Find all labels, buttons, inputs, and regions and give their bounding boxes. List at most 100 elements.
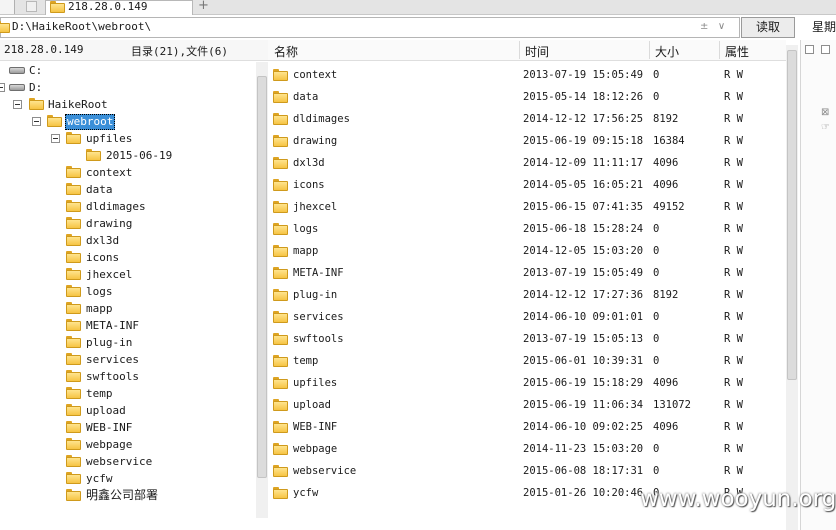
collapse-icon[interactable] (32, 117, 41, 126)
tree-host-label: 218.28.0.149 (4, 43, 84, 56)
folder-icon (273, 201, 288, 213)
tree-item-temp[interactable]: temp (0, 385, 255, 402)
drive-icon (9, 67, 25, 74)
folder-icon (66, 302, 81, 314)
column-header-size[interactable]: 大小 (655, 43, 679, 60)
checkbox-icon[interactable] (805, 45, 814, 54)
tree-count-label: 目录(21),文件(6) (131, 45, 228, 58)
tree-item-webroot[interactable]: webroot (0, 113, 255, 130)
folder-icon (273, 421, 288, 433)
column-separator[interactable] (719, 41, 720, 59)
folder-icon (273, 179, 288, 191)
tree-scrollbar-thumb[interactable] (257, 76, 267, 478)
file-row[interactable]: dldimages 2014-12-12 17:56:25 8192 R W (268, 108, 786, 130)
column-header-name[interactable]: 名称 (274, 43, 298, 60)
collapse-icon[interactable] (13, 100, 22, 109)
file-row[interactable]: webpage 2014-11-23 15:03:20 0 R W (268, 438, 786, 460)
add-tab-button[interactable]: + (198, 0, 209, 13)
column-separator[interactable] (519, 41, 520, 59)
tree-item-mingxin-deploy[interactable]: 明鑫公司部署 (0, 487, 255, 504)
right-panel-tab[interactable]: 星期 (812, 17, 836, 37)
folder-icon (66, 421, 81, 433)
tree-item-mapp[interactable]: mapp (0, 300, 255, 317)
folder-icon (273, 113, 288, 125)
side-panel: ⊠ ☞ (800, 40, 836, 530)
tab-host-label: 218.28.0.149 (68, 0, 148, 13)
folder-icon (273, 245, 288, 257)
folder-icon (66, 268, 81, 280)
path-dropdown-icon[interactable]: ± ∨ (700, 20, 725, 34)
folder-icon (47, 115, 62, 127)
tree-item-web-inf[interactable]: WEB-INF (0, 419, 255, 436)
tree-item-webpage[interactable]: webpage (0, 436, 255, 453)
tree-item-2015-06-19[interactable]: 2015-06-19 (0, 147, 255, 164)
read-button[interactable]: 读取 (741, 17, 795, 38)
collapse-icon[interactable] (51, 134, 60, 143)
file-row[interactable]: META-INF 2013-07-19 15:05:49 0 R W (268, 262, 786, 284)
column-header-attr[interactable]: 属性 (725, 43, 749, 60)
folder-icon (66, 472, 81, 484)
file-row[interactable]: swftools 2013-07-19 15:05:13 0 R W (268, 328, 786, 350)
folder-icon (273, 311, 288, 323)
file-row[interactable]: temp 2015-06-01 10:39:31 0 R W (268, 350, 786, 372)
folder-icon (273, 333, 288, 345)
tree-item-logs[interactable]: logs (0, 283, 255, 300)
column-header-time[interactable]: 时间 (525, 43, 549, 60)
folder-icon (66, 166, 81, 178)
tree-item-c-drive[interactable]: C: (0, 62, 255, 79)
folder-icon (66, 438, 81, 450)
tree-item-drawing[interactable]: drawing (0, 215, 255, 232)
tree-item-services[interactable]: services (0, 351, 255, 368)
file-row[interactable]: logs 2015-06-18 15:28:24 0 R W (268, 218, 786, 240)
file-row[interactable]: mapp 2014-12-05 15:03:20 0 R W (268, 240, 786, 262)
collapse-icon[interactable] (0, 83, 5, 92)
folder-icon (86, 149, 101, 161)
tree-item-icons[interactable]: icons (0, 249, 255, 266)
path-folder-icon (0, 21, 10, 33)
tree-item-swftools[interactable]: swftools (0, 368, 255, 385)
file-row[interactable]: upload 2015-06-19 11:06:34 131072 R W (268, 394, 786, 416)
column-separator[interactable] (649, 41, 650, 59)
tree-item-haikeroot[interactable]: HaikeRoot (0, 96, 255, 113)
folder-icon (66, 251, 81, 263)
file-row[interactable]: data 2015-05-14 18:12:26 0 R W (268, 86, 786, 108)
file-row[interactable]: dxl3d 2014-12-09 11:11:17 4096 R W (268, 152, 786, 174)
file-list-scrollbar-thumb[interactable] (787, 50, 797, 380)
folder-icon (273, 267, 288, 279)
tree-item-upfiles[interactable]: upfiles (0, 130, 255, 147)
file-row[interactable]: plug-in 2014-12-12 17:27:36 8192 R W (268, 284, 786, 306)
file-row[interactable]: jhexcel 2015-06-15 07:41:35 49152 R W (268, 196, 786, 218)
tree-item-upload[interactable]: upload (0, 402, 255, 419)
file-row[interactable]: context 2013-07-19 15:05:49 0 R W (268, 64, 786, 86)
folder-icon (273, 91, 288, 103)
tree-item-data[interactable]: data (0, 181, 255, 198)
hand-icon[interactable]: ☞ (821, 122, 830, 133)
new-window-icon[interactable] (26, 1, 37, 12)
tree-item-plug-in[interactable]: plug-in (0, 334, 255, 351)
tree-item-meta-inf[interactable]: META-INF (0, 317, 255, 334)
tree-item-webservice[interactable]: webservice (0, 453, 255, 470)
file-row[interactable]: upfiles 2015-06-19 15:18:29 4096 R W (268, 372, 786, 394)
folder-icon (273, 355, 288, 367)
folder-icon (29, 98, 44, 110)
tree-item-d-drive[interactable]: D: (0, 79, 255, 96)
folder-icon (273, 443, 288, 455)
file-row[interactable]: services 2014-06-10 09:01:01 0 R W (268, 306, 786, 328)
tree-item-dldimages[interactable]: dldimages (0, 198, 255, 215)
file-row[interactable]: webservice 2015-06-08 18:17:31 0 R W (268, 460, 786, 482)
folder-icon (66, 217, 81, 229)
tree-item-dxl3d[interactable]: dxl3d (0, 232, 255, 249)
file-row[interactable]: drawing 2015-06-19 09:15:18 16384 R W (268, 130, 786, 152)
checkbox-icon[interactable] (821, 45, 830, 54)
tree-item-jhexcel[interactable]: jhexcel (0, 266, 255, 283)
tree-item-context[interactable]: context (0, 164, 255, 181)
folder-icon (66, 404, 81, 416)
folder-icon (66, 489, 81, 501)
folder-icon (66, 353, 81, 365)
tree-item-ycfw[interactable]: ycfw (0, 470, 255, 487)
file-row[interactable]: WEB-INF 2014-06-10 09:02:25 4096 R W (268, 416, 786, 438)
folder-icon (66, 132, 81, 144)
folder-icon (66, 234, 81, 246)
clipboard-icon[interactable]: ⊠ (821, 107, 829, 118)
file-row[interactable]: icons 2014-05-05 16:05:21 4096 R W (268, 174, 786, 196)
